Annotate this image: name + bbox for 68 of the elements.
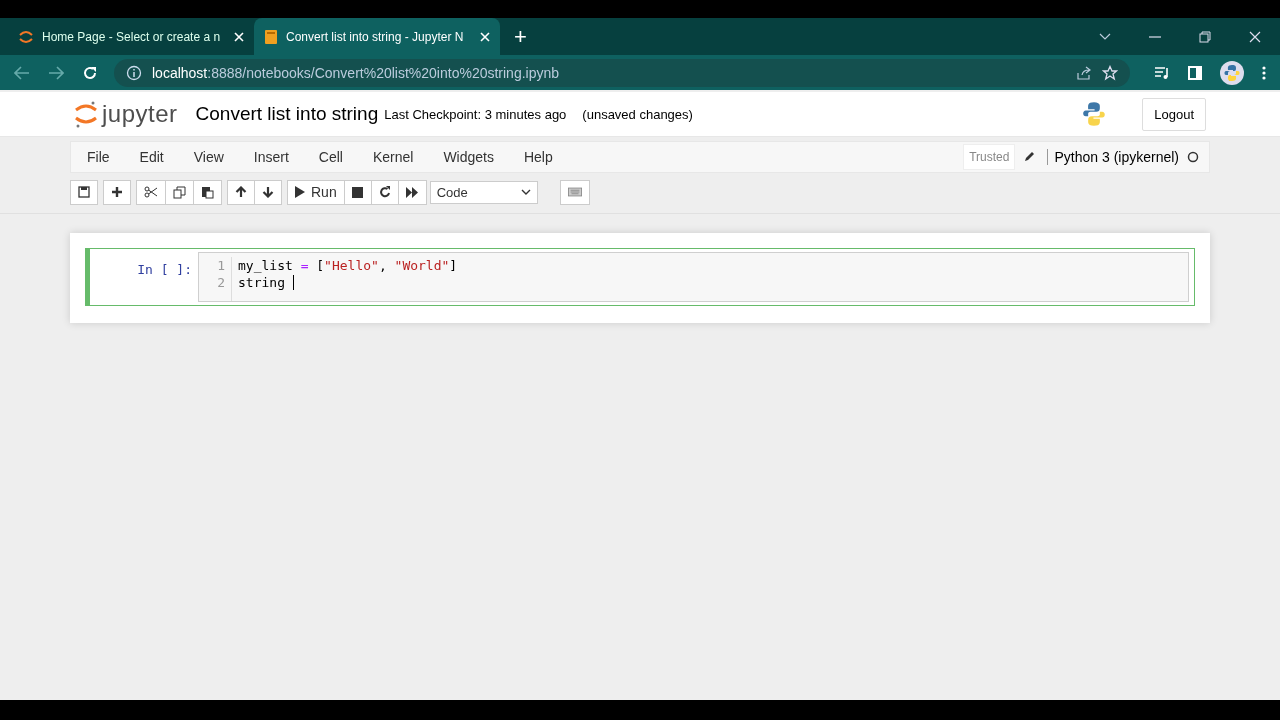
menu-item[interactable]: Edit <box>128 149 175 165</box>
menu-item[interactable]: Insert <box>242 149 300 165</box>
cut-button[interactable] <box>136 179 166 205</box>
restart-button[interactable] <box>370 179 399 205</box>
minimize-icon[interactable] <box>1149 35 1161 38</box>
restore-icon[interactable] <box>1199 30 1211 43</box>
plus-icon <box>111 186 123 198</box>
jupyter-logo-icon <box>74 100 98 128</box>
book-icon <box>264 28 278 45</box>
kernel-name[interactable]: Python 3 (ipykernel) <box>1047 149 1179 165</box>
code-line: string <box>238 274 286 291</box>
add-cell-button[interactable] <box>103 179 131 205</box>
menu-item[interactable]: Cell <box>307 149 354 165</box>
keyboard-icon <box>567 187 582 197</box>
share-icon[interactable] <box>1076 64 1092 81</box>
copy-icon <box>173 185 186 199</box>
code-editor[interactable]: 1 2 my_list = ["Hello", "World"] string <box>198 252 1189 302</box>
checkpoint-status: Last Checkpoint: 3 minutes ago <box>384 106 567 122</box>
chevron-down-icon[interactable] <box>1099 32 1111 41</box>
move-down-button[interactable] <box>254 179 282 205</box>
chevron-down-icon <box>520 189 531 195</box>
logout-button[interactable]: Logout <box>1142 97 1206 131</box>
profile-avatar-icon[interactable] <box>1220 60 1244 85</box>
input-prompt: In [ ]: <box>136 262 193 277</box>
fast-forward-icon <box>405 186 419 198</box>
cell-type-dropdown[interactable]: Code <box>429 180 538 204</box>
jupyter-logo-icon <box>18 28 34 45</box>
code-line: my_list = ["Hello", "World"] <box>238 257 458 274</box>
stop-icon <box>352 186 364 198</box>
paste-icon <box>201 185 214 199</box>
side-panel-icon[interactable] <box>1188 65 1202 80</box>
browser-tab[interactable]: Home Page - Select or create a n <box>8 18 254 55</box>
fast-forward-button[interactable] <box>397 179 427 205</box>
save-button[interactable] <box>70 179 98 205</box>
trusted-indicator[interactable]: Trusted <box>963 144 1016 170</box>
arrow-down-icon <box>262 186 274 198</box>
menu-item[interactable]: File <box>76 149 121 165</box>
back-icon[interactable] <box>14 65 30 80</box>
arrow-up-icon <box>235 186 247 198</box>
run-button[interactable]: Run <box>287 179 345 205</box>
close-icon[interactable] <box>1249 30 1261 43</box>
star-icon[interactable] <box>1102 64 1118 81</box>
media-icon[interactable] <box>1154 65 1170 80</box>
stop-button[interactable] <box>343 179 372 205</box>
new-tab-button[interactable]: + <box>514 25 527 48</box>
paste-button[interactable] <box>193 179 222 205</box>
notebook-title[interactable]: Convert list into string <box>195 103 379 125</box>
jupyter-wordmark[interactable]: jupyter <box>102 100 178 128</box>
code-cell[interactable]: In [ ]: 1 2 my_list = ["Hello", "World"] string <box>85 248 1195 306</box>
menu-item[interactable]: View <box>182 149 235 165</box>
more-icon[interactable] <box>1262 65 1266 80</box>
scissors-icon <box>144 186 158 198</box>
menu-item[interactable]: Kernel <box>361 149 425 165</box>
play-icon <box>295 186 305 198</box>
reload-icon[interactable] <box>82 64 98 81</box>
forward-icon[interactable] <box>48 65 64 80</box>
move-up-button[interactable] <box>227 179 255 205</box>
line-number: 1 <box>217 257 225 274</box>
menu-item[interactable]: Help <box>512 149 564 165</box>
pencil-icon[interactable] <box>1023 151 1036 163</box>
browser-tab[interactable]: Convert list into string - Jupyter N <box>254 18 500 55</box>
keyboard-button[interactable] <box>559 179 590 205</box>
line-number: 2 <box>217 274 225 291</box>
menu-item[interactable]: Widgets <box>432 149 505 165</box>
address-field[interactable]: localhost:8888/notebooks/Convert%20list%20into%20string.ipynb <box>114 58 1130 87</box>
autosave-status: (unsaved changes) <box>582 106 693 122</box>
restart-icon <box>378 186 391 198</box>
info-icon <box>126 64 142 81</box>
